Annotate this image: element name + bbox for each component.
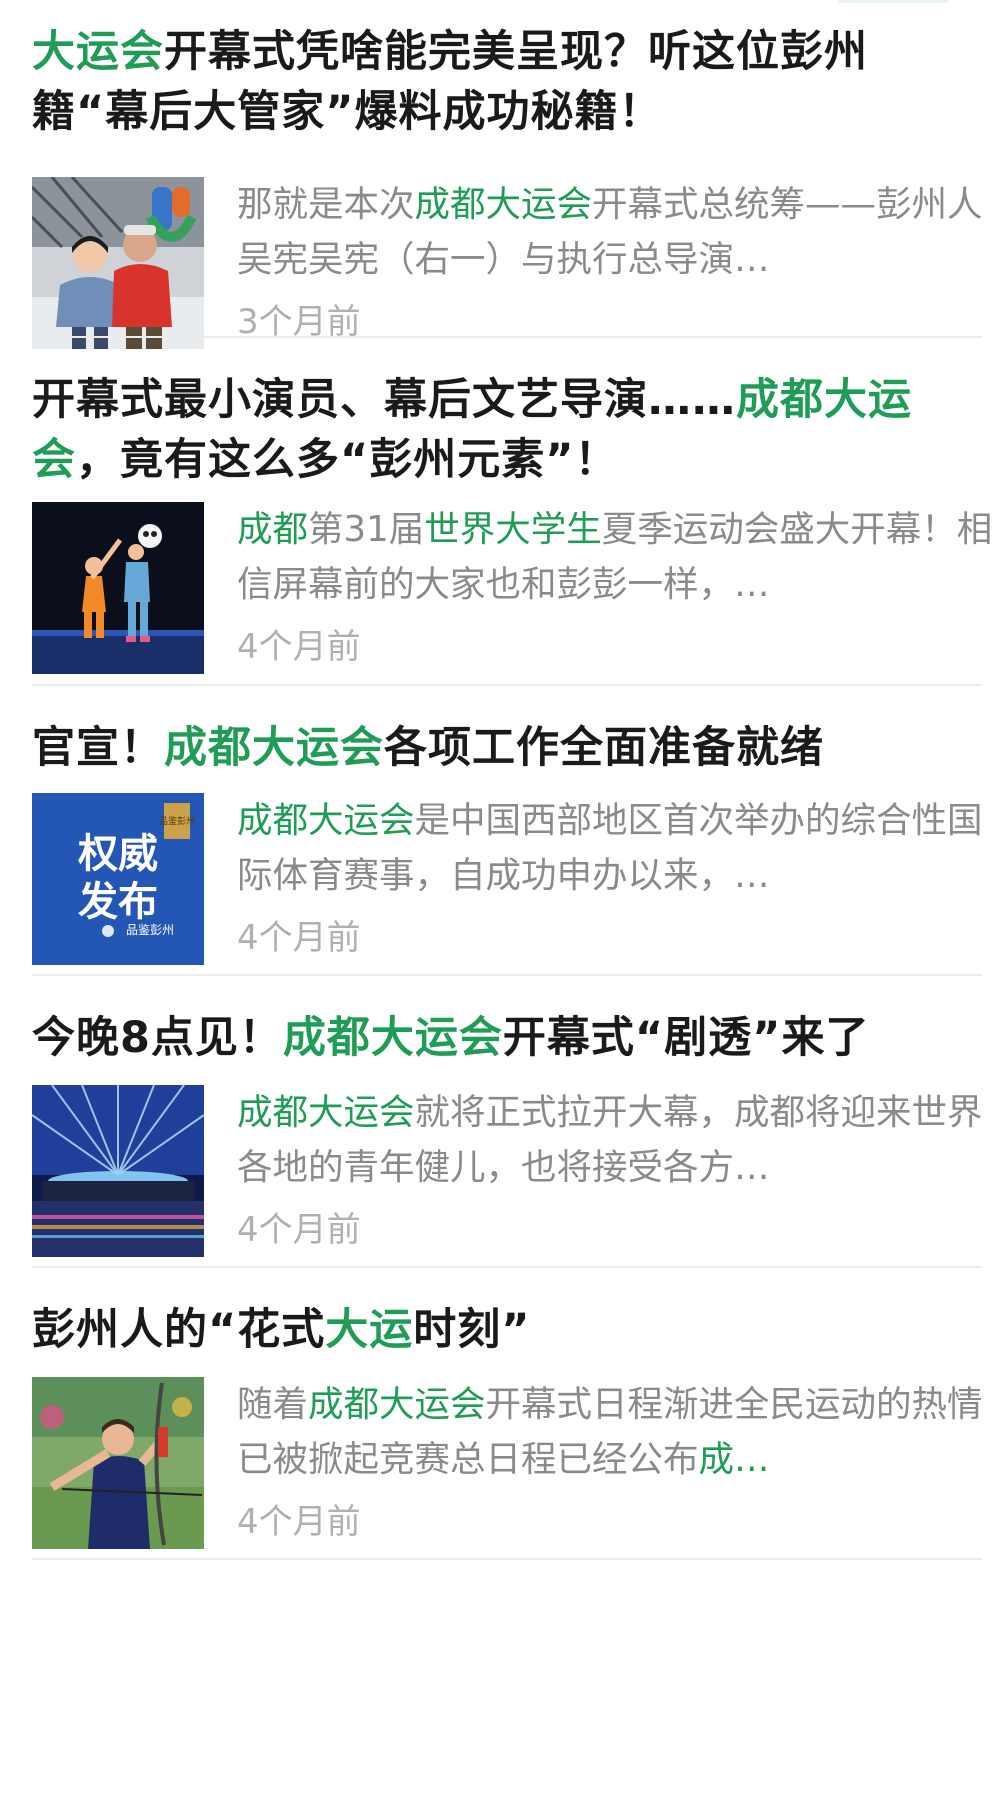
article-excerpt: 成都大运会就将正式拉开大幕，成都将迎来世界各地的青年健儿，也将接受各方… [237,1085,992,1195]
article-excerpt: 成都第31届世界大学生夏季运动会盛大开幕！相信屏幕前的大家也和彭彭一样，… [237,502,992,612]
article-time: 4个月前 [237,1502,361,1542]
divider [32,1558,982,1560]
article-item[interactable]: 今晚8点见！成都大运会开幕式“剧透”来了 成都大运会就将正式拉开大幕，成都将迎来… [32,1008,983,1257]
authority-release-graphic: 品鉴彭州 权威 发布 品鉴彭州 [32,793,204,965]
title-text: 各项工作全面准备就绪 [384,723,824,773]
divider [32,974,982,976]
excerpt-keyword: 成… [698,1439,770,1480]
article-body: 那就是本次成都大运会开幕式总统筹——彭州人吴宪吴宪（右一）与执行总导演… 3个月… [32,177,983,349]
article-item[interactable]: 开幕式最小演员、幕后文艺导演……成都大运会，竟有这么多“彭州元素”！ 成都第31… [32,370,992,674]
excerpt-text: 第31届 [308,509,425,550]
seal-text: 品鉴彭州 [159,815,195,827]
excerpt-keyword: 成都 [237,509,309,550]
article-title[interactable]: 开幕式最小演员、幕后文艺导演……成都大运会，竟有这么多“彭州元素”！ [32,370,962,490]
article-time: 4个月前 [237,1210,361,1250]
divider [32,684,982,686]
article-time: 4个月前 [237,918,361,958]
article-item[interactable]: 彭州人的“花式大运时刻” 随着成都大运会开幕式日程渐进全民运动的热情已被掀起竞赛… [32,1300,983,1549]
title-keyword: 大运会 [32,27,164,77]
title-keyword: 成都大运会 [282,1013,503,1063]
stadium-night-photo [32,1085,204,1257]
archer-photo [32,1377,204,1549]
article-excerpt: 随着成都大运会开幕式日程渐进全民运动的热情已被掀起竞赛总日程已经公布成… [237,1377,992,1487]
article-body: 成都第31届世界大学生夏季运动会盛大开幕！相信屏幕前的大家也和彭彭一样，… 4个… [32,502,992,674]
title-keyword: 成都大运会 [164,723,384,773]
stage-performers-photo [32,502,204,674]
article-title[interactable]: 官宣！成都大运会各项工作全面准备就绪 [32,718,962,778]
article-body: 随着成都大运会开幕式日程渐进全民运动的热情已被掀起竞赛总日程已经公布成… 4个月… [32,1377,983,1549]
divider [32,1266,982,1268]
title-text: 时刻” [413,1305,531,1355]
title-text: 开幕式最小演员、幕后文艺导演…… [32,375,736,425]
excerpt-keyword: 成都大运会 [237,800,415,841]
article-excerpt: 成都大运会是中国西部地区首次举办的综合性国际体育赛事，自成功申办以来，… [237,793,992,903]
article-thumbnail[interactable] [32,502,204,674]
article-time: 3个月前 [237,302,361,342]
article-thumbnail[interactable]: 品鉴彭州 权威 发布 品鉴彭州 [32,793,204,965]
excerpt-keyword: 成都大运会 [308,1384,486,1425]
title-text: 开幕式“剧透”来了 [502,1013,870,1063]
title-text: 官宣！ [32,723,164,773]
thumb-line2: 发布 [78,878,158,925]
title-keyword: 大运 [325,1305,414,1355]
thumb-badge: 品鉴彭州 [126,923,174,937]
article-body: 品鉴彭州 权威 发布 品鉴彭州 成都大运会是中国西部地区首次举办的综合性国际体育… [32,793,983,965]
article-item[interactable]: 大运会开幕式凭啥能完美呈现？听这位彭州籍“幕后大管家”爆料成功秘籍！ 那就是本次… [32,22,983,349]
two-people-photo [32,177,204,349]
divider [32,336,982,338]
article-item[interactable]: 官宣！成都大运会各项工作全面准备就绪 品鉴彭州 权威 发布 品鉴彭州 成都大运会… [32,718,983,965]
article-title[interactable]: 彭州人的“花式大运时刻” [32,1300,962,1360]
excerpt-keyword: 成都大运会 [237,1092,415,1133]
excerpt-text: 随着 [237,1384,309,1425]
article-thumbnail[interactable] [32,177,204,349]
title-text: ，竟有这么多“彭州元素”！ [76,435,619,485]
thumb-line1: 权威 [77,830,158,877]
excerpt-keyword: 世界大学生 [424,509,602,550]
excerpt-text: 那就是本次 [237,184,415,225]
article-thumbnail[interactable] [32,1377,204,1549]
top-accent-bar [838,0,948,3]
article-title[interactable]: 大运会开幕式凭啥能完美呈现？听这位彭州籍“幕后大管家”爆料成功秘籍！ [32,22,962,142]
excerpt-keyword: 成都大运会 [414,184,593,225]
article-body: 成都大运会就将正式拉开大幕，成都将迎来世界各地的青年健儿，也将接受各方… 4个月… [32,1085,983,1257]
article-time: 4个月前 [237,627,361,667]
title-text: 今晚8点见！ [32,1013,283,1063]
title-text: 彭州人的“花式 [32,1305,326,1355]
article-excerpt: 那就是本次成都大运会开幕式总统筹——彭州人吴宪吴宪（右一）与执行总导演… [237,177,992,287]
article-title[interactable]: 今晚8点见！成都大运会开幕式“剧透”来了 [32,1008,962,1068]
article-thumbnail[interactable] [32,1085,204,1257]
